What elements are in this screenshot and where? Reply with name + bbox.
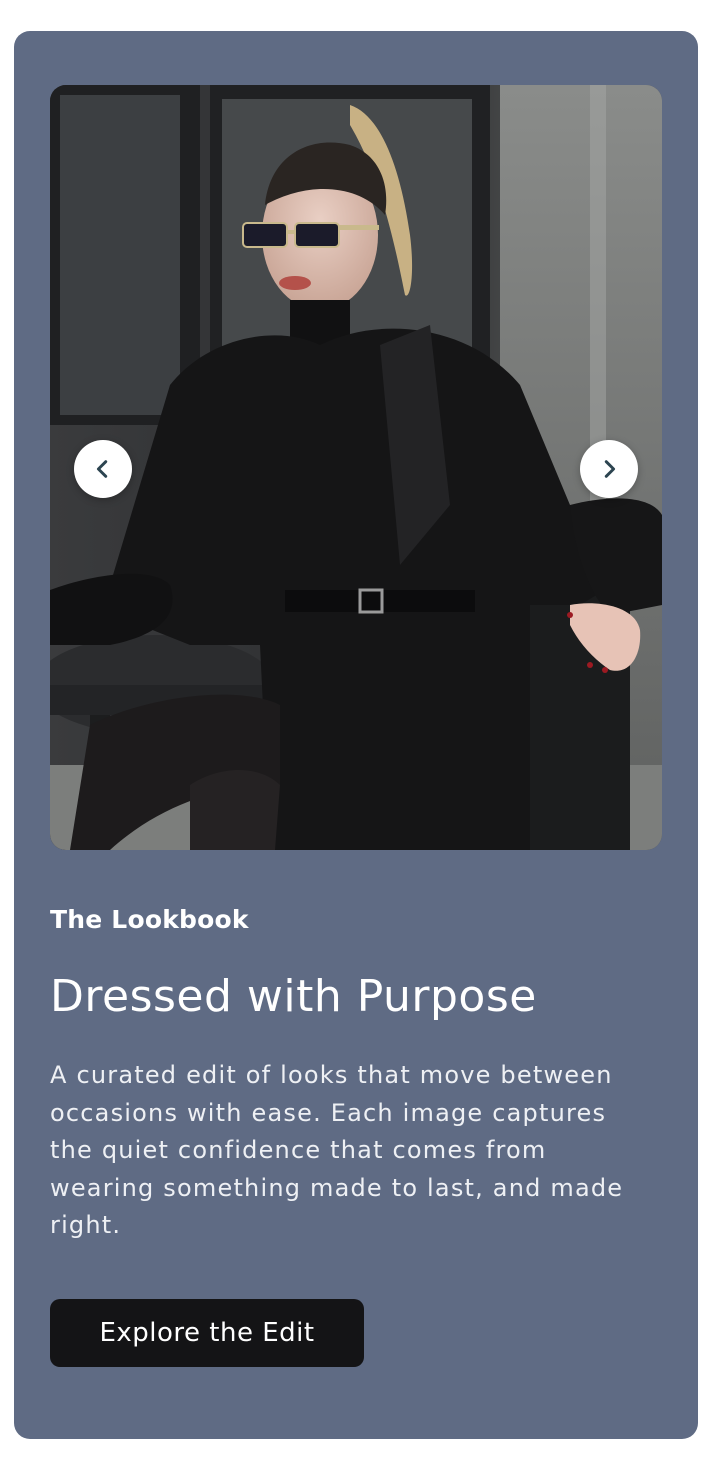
image-slider[interactable] <box>50 85 662 850</box>
section-description: A curated edit of looks that move betwee… <box>50 1061 624 1239</box>
section-eyebrow: The Lookbook <box>50 905 249 934</box>
slider-prev-button[interactable] <box>74 440 132 498</box>
lookbook-card: The Lookbook Dressed with Purpose A cura… <box>14 31 698 1439</box>
section-title: Dressed with Purpose <box>50 971 537 1022</box>
explore-edit-button[interactable]: Explore the Edit <box>50 1299 364 1367</box>
chevron-right-icon <box>604 460 616 478</box>
chevron-left-icon <box>96 460 108 478</box>
slider-next-button[interactable] <box>580 440 638 498</box>
lookbook-photo <box>50 85 662 850</box>
